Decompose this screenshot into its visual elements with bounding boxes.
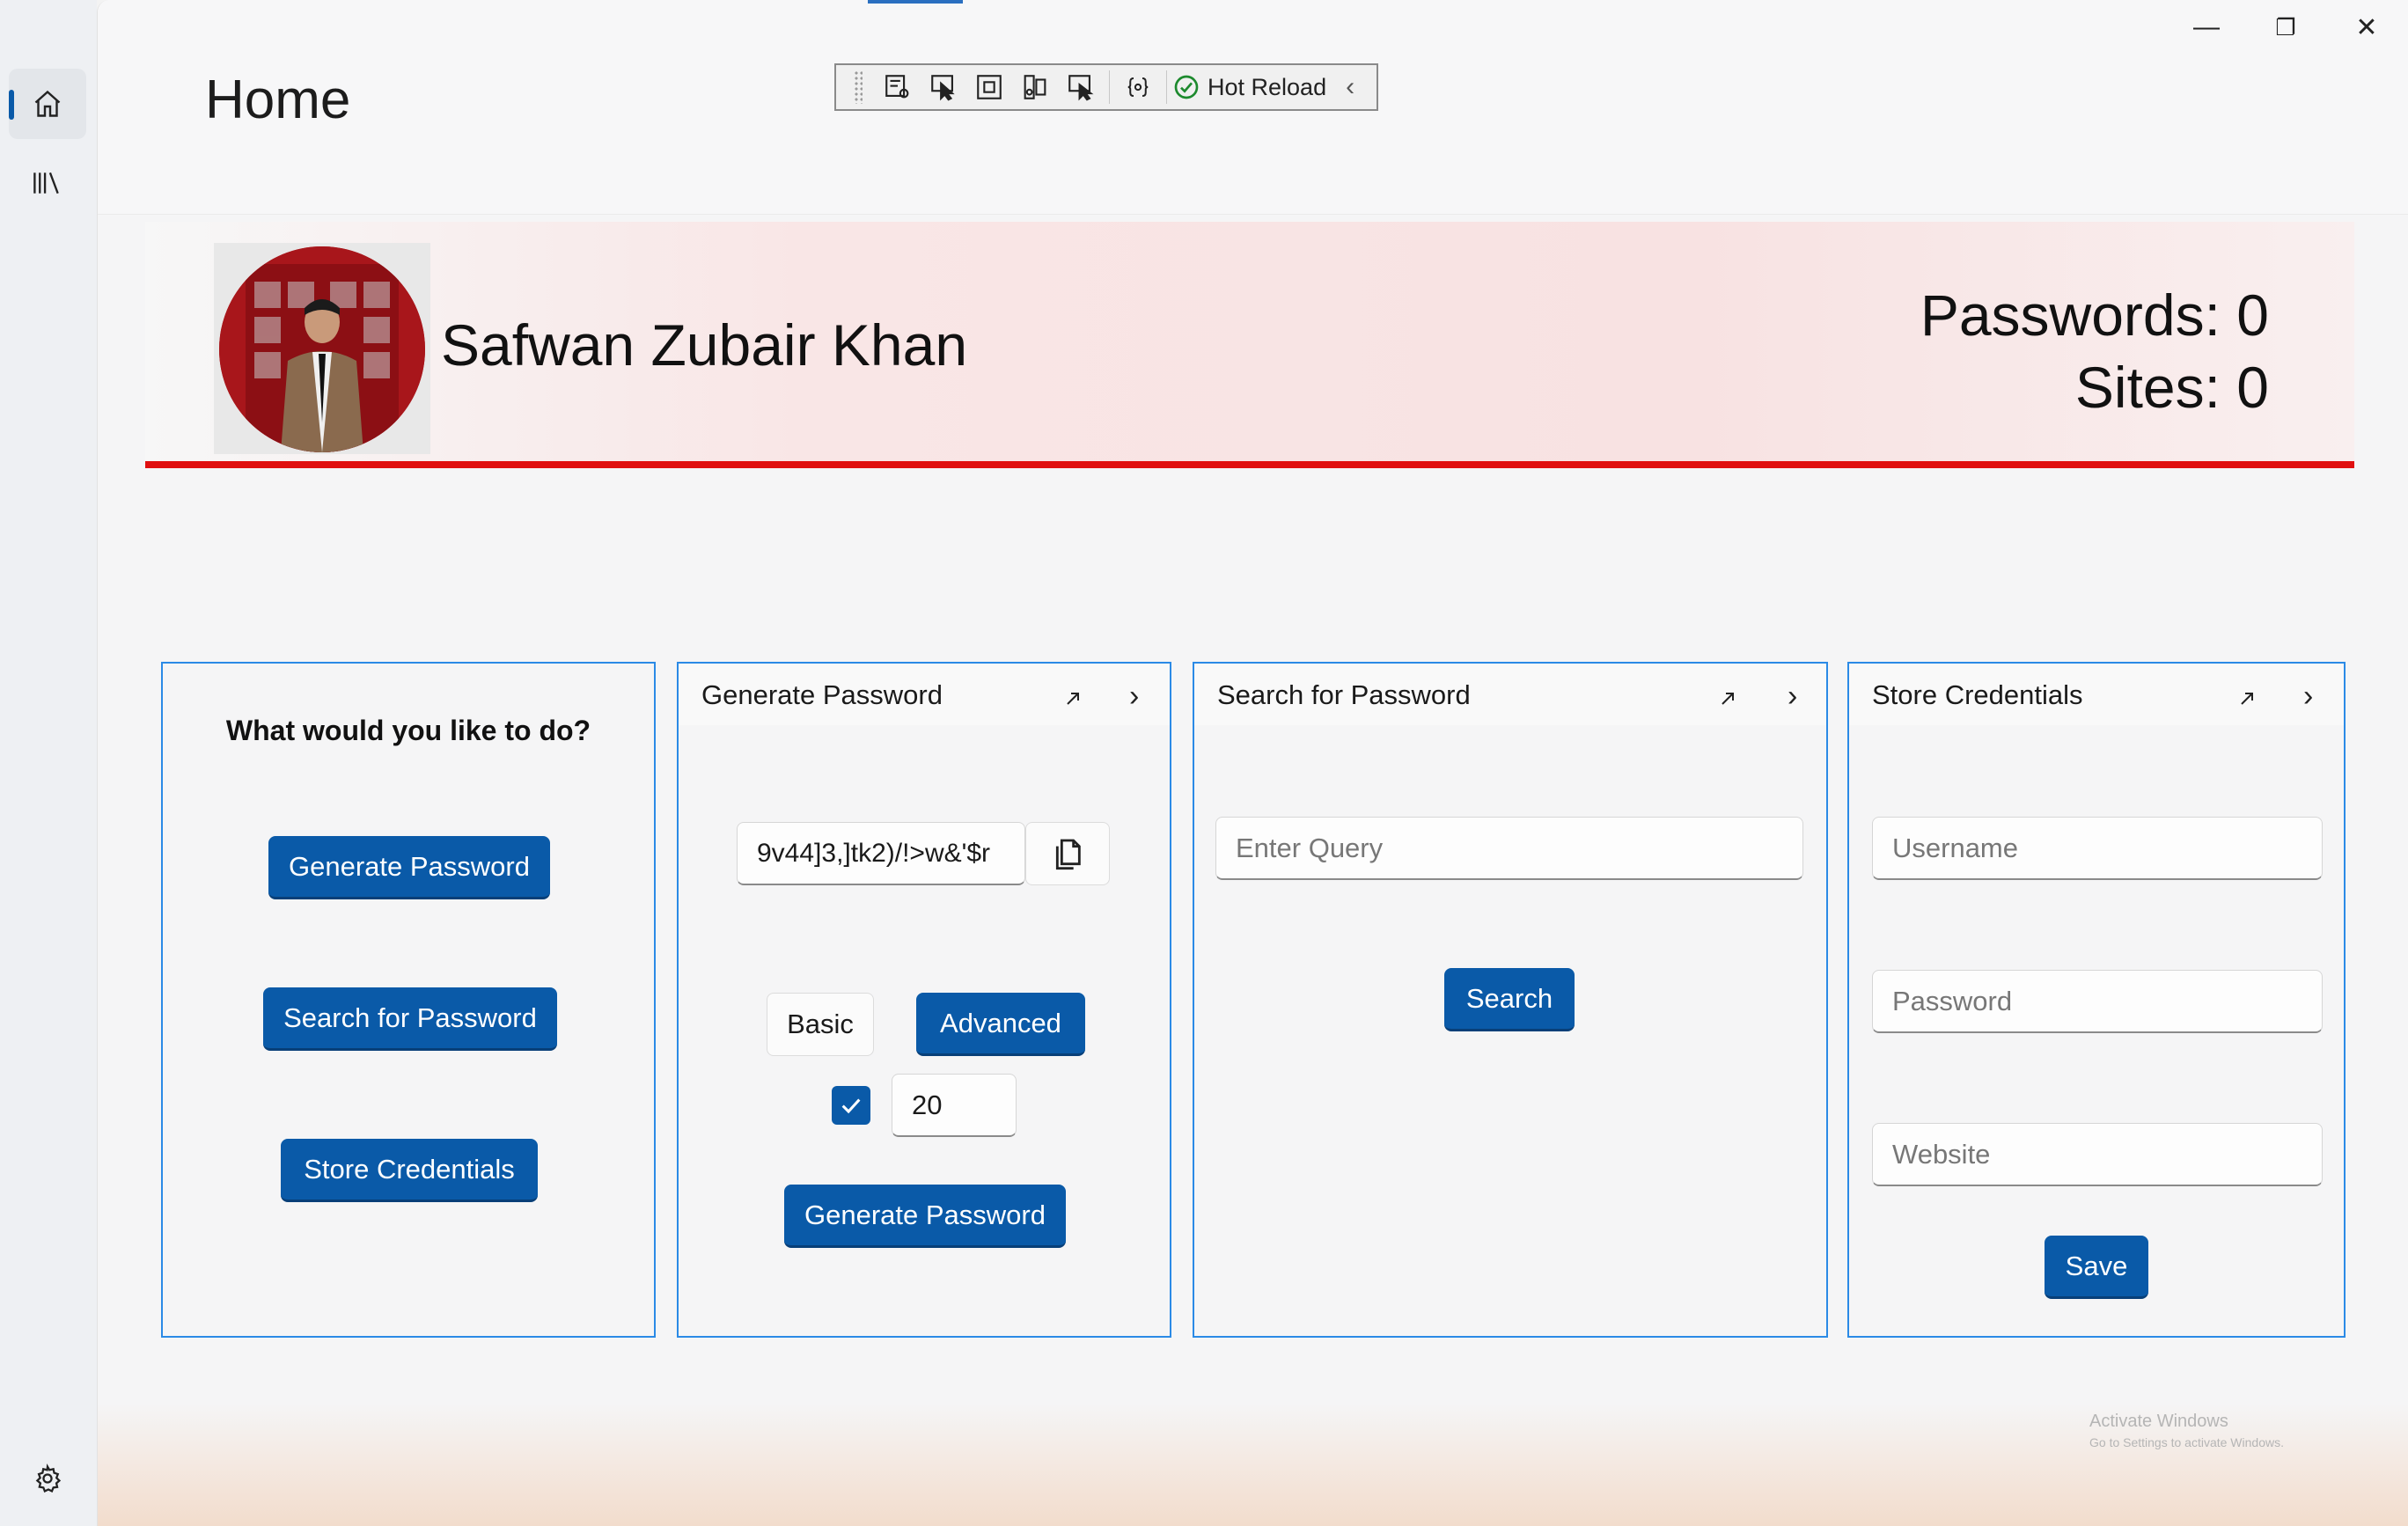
store-credentials-card: Store Credentials › Username Password We…	[1847, 662, 2346, 1338]
search-button[interactable]: Search	[1444, 968, 1575, 1031]
select-element-icon	[931, 75, 955, 101]
basic-mode-button[interactable]: Basic	[767, 993, 874, 1056]
restore-button[interactable]: ❐	[2246, 7, 2325, 48]
track-focus-icon	[1024, 75, 1046, 99]
live-tree-tool[interactable]	[875, 67, 921, 107]
close-button[interactable]: ✕	[2327, 7, 2406, 48]
store-card-title: Store Credentials	[1872, 679, 2083, 710]
braces-icon	[1127, 77, 1149, 97]
select-element-tool[interactable]	[921, 67, 966, 107]
copy-icon	[1055, 839, 1081, 870]
binding-failures-icon	[1068, 75, 1094, 101]
avatar	[219, 246, 425, 452]
generate-password-card: Generate Password › 9v44]3,]tk2)/!>w&'$r…	[677, 662, 1171, 1338]
live-tree-icon	[885, 75, 909, 99]
toolbar-separator	[1166, 70, 1167, 104]
watermark-subtitle: Go to Settings to activate Windows.	[2089, 1435, 2284, 1449]
library-icon	[33, 172, 59, 194]
expand-icon[interactable]	[1717, 688, 1738, 709]
website-input[interactable]: Website	[1872, 1123, 2323, 1186]
home-icon	[34, 90, 61, 117]
expand-icon[interactable]	[1062, 688, 1083, 709]
include-symbols-checkbox[interactable]	[832, 1086, 870, 1125]
chevron-right-icon[interactable]: ›	[1788, 679, 1797, 714]
password-length-field[interactable]: 20	[892, 1074, 1017, 1137]
menu-search-password-button[interactable]: Search for Password	[263, 987, 557, 1051]
expand-icon[interactable]	[2236, 688, 2258, 709]
adorner-icon	[977, 75, 1002, 99]
title-accent-bar	[868, 0, 963, 4]
toolbar-grip[interactable]	[854, 70, 863, 104]
username-input[interactable]: Username	[1872, 817, 2323, 880]
content-surface: Home Safwan Zubair Khan Passwords: 0 Sit…	[97, 0, 2408, 1526]
watermark-title: Activate Windows	[2089, 1412, 2228, 1431]
minimize-button[interactable]: —	[2167, 7, 2246, 48]
generated-password-field[interactable]: 9v44]3,]tk2)/!>w&'$r	[737, 822, 1025, 885]
track-focus-tool[interactable]	[1012, 67, 1058, 107]
nav-home-button[interactable]	[9, 69, 86, 139]
avatar-photo	[219, 246, 425, 452]
menu-generate-password-button[interactable]: Generate Password	[268, 836, 550, 899]
generate-card-title: Generate Password	[701, 679, 943, 710]
display-adorners-tool[interactable]	[966, 67, 1012, 107]
hot-reload-label[interactable]: Hot Reload	[1208, 74, 1326, 101]
search-password-card: Search for Password › Enter Query Search	[1193, 662, 1828, 1338]
chevron-right-icon[interactable]: ›	[2303, 679, 2313, 714]
save-button[interactable]: Save	[2045, 1236, 2148, 1299]
user-name: Safwan Zubair Khan	[441, 312, 968, 378]
nav-rail	[0, 0, 97, 1526]
checkmark-icon	[841, 1098, 861, 1114]
advanced-mode-button[interactable]: Advanced	[916, 993, 1085, 1056]
search-card-header: Search for Password ›	[1194, 664, 1826, 725]
passwords-count: Passwords: 0	[1920, 282, 2269, 348]
generate-card-header: Generate Password ›	[679, 664, 1170, 725]
nav-selection-indicator	[9, 90, 14, 120]
sites-count: Sites: 0	[2074, 355, 2269, 420]
menu-store-credentials-button[interactable]: Store Credentials	[281, 1139, 538, 1202]
chevron-right-icon[interactable]: ›	[1129, 679, 1139, 714]
toolbar-separator	[1109, 70, 1110, 104]
password-input[interactable]: Password	[1872, 970, 2323, 1033]
banner-divider	[145, 461, 2354, 468]
binding-failures-tool[interactable]	[1058, 67, 1104, 107]
search-card-title: Search for Password	[1217, 679, 1471, 710]
collapse-toolbar-icon[interactable]: ‹	[1346, 72, 1354, 102]
activation-watermark: Activate Windows Go to Settings to activ…	[2089, 1412, 2284, 1449]
page-title: Home	[205, 70, 351, 130]
menu-card: What would you like to do? Generate Pass…	[161, 662, 656, 1338]
gear-icon	[35, 1464, 62, 1493]
nav-library-button[interactable]	[9, 148, 86, 218]
dev-toolbar: Hot Reload ‹	[834, 63, 1378, 111]
copy-button[interactable]	[1025, 822, 1110, 885]
search-query-input[interactable]: Enter Query	[1215, 817, 1803, 880]
nav-settings-button[interactable]	[9, 1443, 86, 1514]
menu-question: What would you like to do?	[225, 715, 591, 746]
hot-reload-status-icon	[1174, 75, 1199, 99]
xaml-binding-tool[interactable]	[1115, 67, 1161, 107]
background-glow	[98, 1403, 2408, 1526]
generate-password-button[interactable]: Generate Password	[784, 1185, 1066, 1248]
store-card-header: Store Credentials ›	[1849, 664, 2344, 725]
